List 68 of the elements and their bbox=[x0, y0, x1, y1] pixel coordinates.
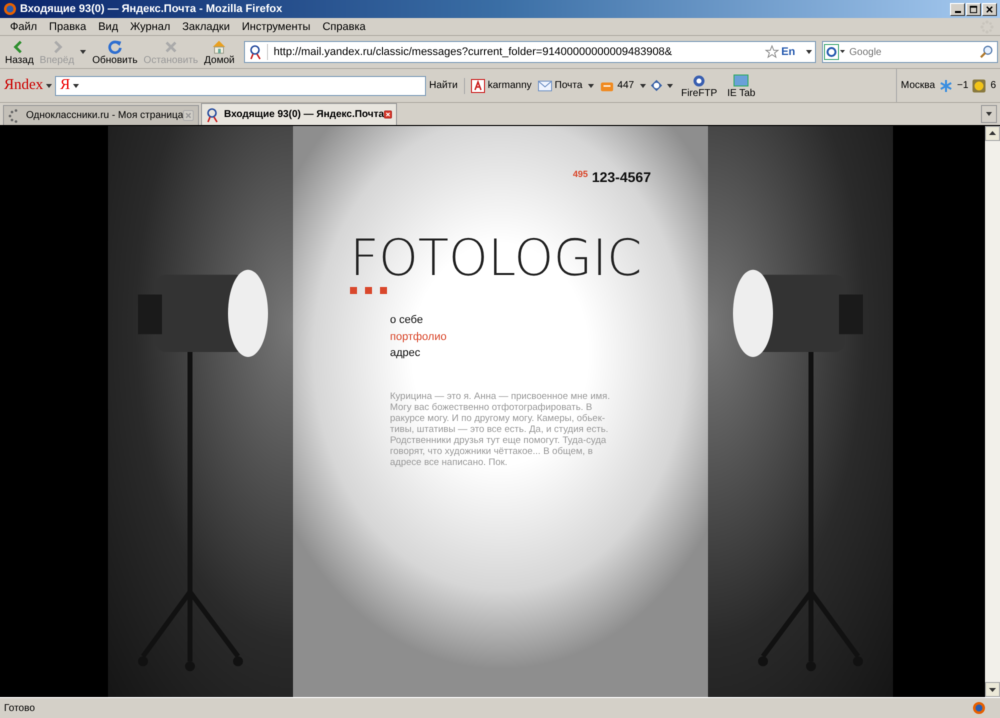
menu-item[interactable]: Файл bbox=[4, 20, 44, 32]
yandex-search-field[interactable]: Я bbox=[55, 76, 426, 96]
envelope-icon bbox=[538, 78, 552, 92]
scrollbar[interactable] bbox=[985, 126, 1000, 697]
window-title: Входящие 93(0) — Яндекс.Почта - Mozilla Firefox bbox=[20, 3, 282, 15]
scroll-down-icon[interactable] bbox=[985, 682, 1000, 697]
window-icon bbox=[733, 72, 750, 88]
browser-tab[interactable]: Одноклассники.ru - Моя страница bbox=[3, 105, 199, 125]
status-text: Готово bbox=[4, 702, 35, 714]
scroll-up-icon[interactable] bbox=[985, 126, 1000, 141]
search-icon[interactable] bbox=[980, 45, 994, 59]
search-engine-icon[interactable] bbox=[824, 44, 846, 60]
minimize-button[interactable] bbox=[950, 2, 965, 16]
site-nav-link[interactable]: портфолио bbox=[390, 328, 708, 345]
toolbar-button[interactable]: Обновить bbox=[89, 38, 141, 66]
star-icon[interactable] bbox=[765, 45, 780, 59]
caret-icon[interactable] bbox=[640, 84, 646, 88]
menu-item[interactable]: Справка bbox=[316, 20, 372, 32]
toolbar-button[interactable]: Домой bbox=[201, 38, 238, 66]
close-icon bbox=[985, 4, 994, 14]
site-nav-link[interactable]: о себе bbox=[390, 312, 708, 328]
find-button[interactable]: Найти bbox=[426, 80, 461, 91]
close-button[interactable] bbox=[982, 2, 997, 16]
traffic-icon bbox=[972, 78, 986, 92]
caret-icon[interactable] bbox=[806, 50, 812, 54]
user-button[interactable]: karmanny bbox=[468, 78, 535, 92]
city-label[interactable]: Москва bbox=[900, 80, 936, 91]
caret-icon[interactable] bbox=[667, 84, 674, 88]
site-logo[interactable]: FOTOLOGIC bbox=[350, 229, 708, 287]
extension-button[interactable]: FireFTP bbox=[676, 72, 722, 99]
temperature-label[interactable]: −1 bbox=[957, 80, 968, 91]
caret-icon bbox=[986, 112, 992, 116]
mail-site-icon bbox=[248, 44, 268, 60]
menu-item[interactable]: Вид bbox=[92, 20, 124, 32]
caret-icon[interactable] bbox=[80, 50, 86, 54]
site-nav-link[interactable]: адрес bbox=[390, 345, 708, 362]
toolbar-button[interactable]: Назад bbox=[2, 38, 37, 66]
yandex-logo[interactable]: Яndex bbox=[4, 77, 44, 94]
menu-item[interactable]: Правка bbox=[43, 20, 92, 32]
menu-item[interactable]: Журнал bbox=[124, 20, 176, 32]
throbber-icon bbox=[980, 20, 994, 34]
about-paragraph: Курицина — это я. Анна — присвоенное мне имя. Могу вас божественно отфотографировать. В ракурсе могу. И по другому могу. Камеры, обьек- тивы, штативы — это все есть. Да, и студия есть. Родственники друзья тут еще помогут. Туда-суда говорят, что художники чёттакое... В общем, в адресе все написано. Пок. bbox=[390, 390, 611, 468]
phone-number: 495 123-4567 bbox=[572, 169, 651, 185]
extension-button[interactable]: IE Tab bbox=[722, 72, 760, 99]
user-icon bbox=[470, 78, 485, 92]
maximize-icon bbox=[969, 4, 978, 14]
minimize-icon bbox=[954, 10, 960, 12]
browser-logo-icon bbox=[972, 701, 986, 715]
address-field[interactable]: http://mail.yandex.ru/classic/messages?current_folder=91400000000009483908& En bbox=[244, 41, 816, 63]
browser-logo-icon bbox=[3, 2, 17, 16]
search-bar[interactable]: Google bbox=[822, 41, 998, 63]
browser-tab[interactable]: Входящие 93(0) — Яндекс.Почта bbox=[201, 103, 397, 125]
snowflake-icon bbox=[939, 78, 954, 92]
squares-icon bbox=[350, 287, 387, 294]
caret-icon[interactable] bbox=[588, 84, 594, 88]
caret-icon[interactable] bbox=[46, 84, 52, 88]
language-indicator[interactable]: En bbox=[781, 46, 796, 58]
tab-close-icon[interactable] bbox=[384, 109, 392, 120]
tab-list-button[interactable] bbox=[981, 105, 997, 123]
menu-item[interactable]: Инструменты bbox=[236, 20, 316, 32]
mail-button[interactable]: Почта bbox=[534, 78, 586, 92]
menu-item[interactable]: Закладки bbox=[176, 20, 236, 32]
caret-icon bbox=[73, 84, 80, 88]
maximize-button[interactable] bbox=[966, 2, 981, 16]
counter-button[interactable]: 447 bbox=[597, 78, 638, 92]
reload-icon bbox=[106, 38, 123, 54]
house-icon bbox=[211, 38, 228, 54]
traffic-score[interactable]: 6 bbox=[990, 80, 996, 91]
